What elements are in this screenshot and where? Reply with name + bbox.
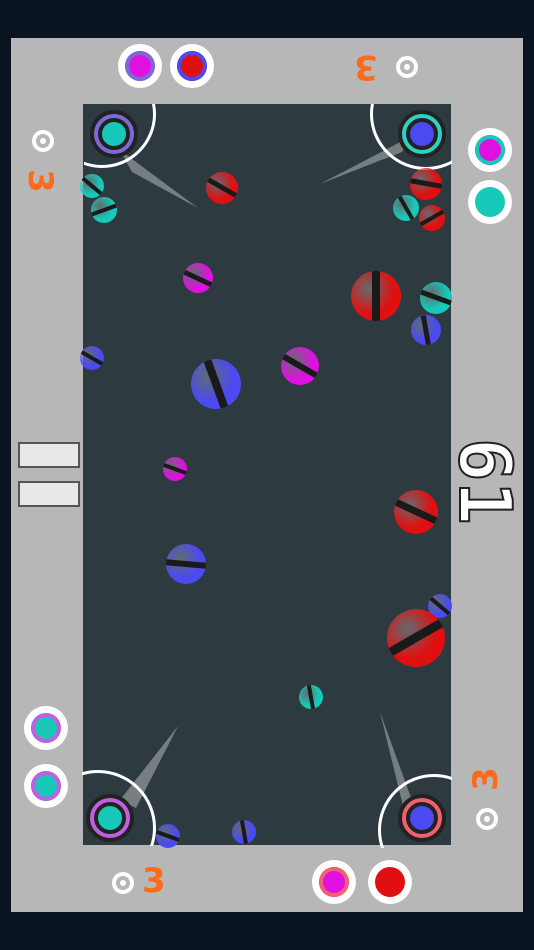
- ball: [206, 172, 238, 204]
- ring-icon-right: [476, 808, 498, 830]
- score-right: 3: [465, 767, 506, 791]
- ball: [410, 168, 442, 200]
- ball: [156, 824, 180, 848]
- ball: [351, 271, 401, 321]
- ball: [299, 685, 323, 709]
- token-top-2: [170, 44, 214, 88]
- token-right-2: [468, 180, 512, 224]
- token-bottom-1: [312, 860, 356, 904]
- goal-bottom-right: [398, 794, 446, 842]
- ball: [420, 282, 452, 314]
- ball: [183, 263, 213, 293]
- goal-top-right: [398, 110, 446, 158]
- token-left-2: [24, 764, 68, 808]
- ball: [411, 315, 441, 345]
- ring-icon-top-right: [396, 56, 418, 78]
- ball: [393, 195, 419, 221]
- ball: [163, 457, 187, 481]
- ball: [191, 359, 241, 409]
- ball: [387, 609, 445, 667]
- score-bottom-left: 3: [142, 861, 166, 901]
- ball: [166, 544, 206, 584]
- token-top-1: [118, 44, 162, 88]
- token-right-1: [468, 128, 512, 172]
- ball: [80, 174, 104, 198]
- ball: [394, 490, 438, 534]
- ball: [419, 205, 445, 231]
- timer: 61: [442, 437, 528, 526]
- score-top-right: 3: [354, 47, 378, 87]
- ball: [91, 197, 117, 223]
- ball: [232, 820, 256, 844]
- ring-icon-left: [32, 130, 54, 152]
- score-left: 3: [19, 169, 60, 193]
- token-bottom-2: [368, 860, 412, 904]
- ring-icon-bottom-left: [112, 872, 134, 894]
- token-left-1: [24, 706, 68, 750]
- pause-icon-bar-top: [18, 442, 80, 468]
- ball: [281, 347, 319, 385]
- pause-icon-bar-bottom: [18, 481, 80, 507]
- goal-top-left: [90, 110, 138, 158]
- ball: [80, 346, 104, 370]
- goal-bottom-left: [86, 794, 134, 842]
